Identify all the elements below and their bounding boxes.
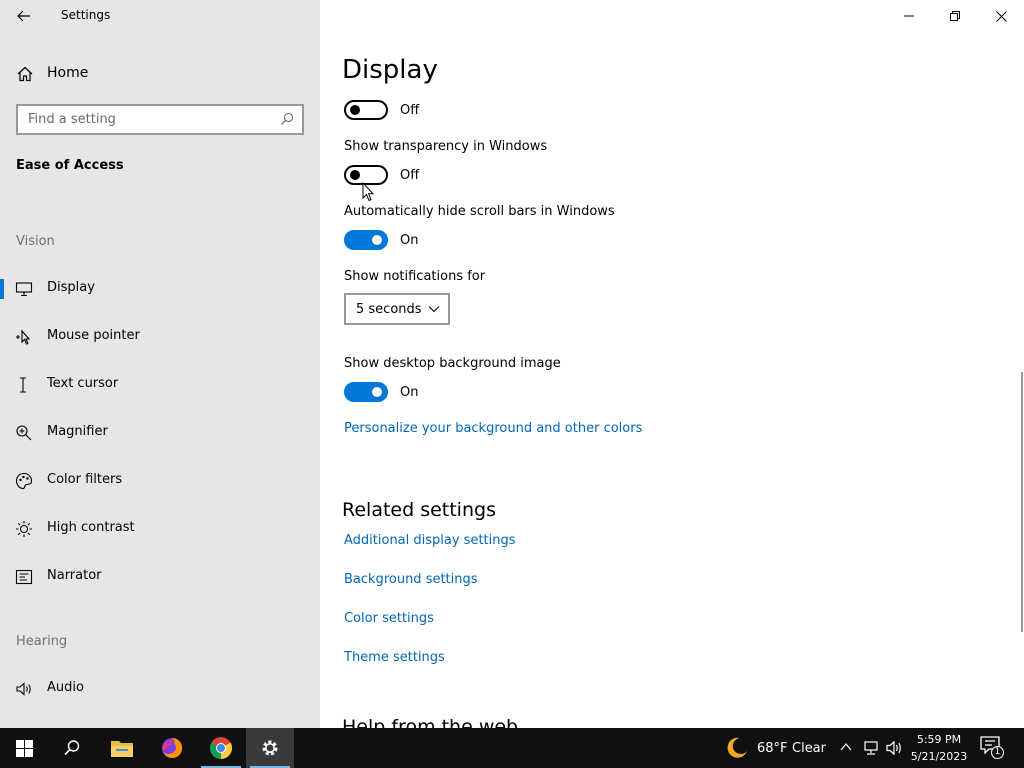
minimize-icon — [904, 15, 914, 17]
sidebar-item-display[interactable]: Display — [0, 271, 320, 307]
sidebar-item-label: Display — [47, 280, 95, 295]
toggle-knob — [350, 170, 360, 180]
group-label-hearing: Hearing — [16, 634, 68, 649]
chrome-button[interactable] — [197, 728, 245, 768]
toggle-knob — [372, 387, 382, 397]
sidebar-item-label: Home — [47, 65, 89, 81]
sidebar-item-narrator[interactable]: Narrator — [0, 559, 320, 595]
sidebar-item-label: Color filters — [47, 472, 123, 487]
mouse-cursor-icon — [362, 182, 374, 202]
sidebar-item-label: Magnifier — [47, 424, 108, 439]
sidebar-item-color-filters[interactable]: Color filters — [0, 463, 320, 499]
windows-logo-icon — [15, 739, 33, 757]
sidebar-item-label: Narrator — [47, 568, 102, 583]
settings-taskbar-button[interactable] — [246, 728, 294, 768]
sidebar-item-label: Audio — [47, 680, 84, 695]
firefox-icon — [162, 737, 183, 758]
search-icon — [64, 740, 80, 756]
related-settings-heading: Related settings — [342, 499, 496, 521]
minimize-button[interactable] — [886, 0, 932, 32]
high-contrast-icon — [16, 521, 32, 537]
theme-settings-link[interactable]: Theme settings — [344, 650, 445, 665]
dropdown-value: 5 seconds — [356, 302, 422, 317]
clock-time: 5:59 PM — [916, 733, 962, 746]
text-cursor-icon — [20, 377, 26, 393]
action-center-button[interactable]: 1 — [980, 736, 1004, 760]
scrollbar[interactable] — [1021, 372, 1023, 632]
color-filters-icon — [15, 472, 33, 490]
toggle-knob — [350, 105, 360, 115]
sidebar-item-label: High contrast — [47, 520, 135, 535]
toggle-state: Off — [400, 103, 420, 118]
close-button[interactable] — [978, 0, 1024, 32]
scrollbars-toggle[interactable] — [344, 230, 388, 250]
notification-count-badge: 1 — [991, 746, 1004, 759]
volume-icon[interactable] — [886, 740, 904, 756]
taskbar: 68°F Clear 5:59 PM 5/21/2023 1 — [0, 728, 1024, 768]
color-settings-link[interactable]: Color settings — [344, 611, 434, 626]
restore-button[interactable] — [932, 0, 978, 32]
group-label-vision: Vision — [16, 234, 55, 249]
restore-icon — [950, 11, 960, 21]
clock[interactable]: 5:59 PM 5/21/2023 — [904, 731, 974, 765]
sidebar-item-home[interactable]: Home — [0, 58, 320, 88]
close-icon — [995, 10, 1007, 22]
clock-date: 5/21/2023 — [910, 750, 968, 763]
help-heading: Help from the web — [342, 716, 519, 728]
sidebar-item-label: Text cursor — [47, 376, 119, 391]
taskbar-search-button[interactable] — [48, 728, 96, 768]
search-icon[interactable] — [280, 112, 294, 126]
toggle-switch[interactable] — [344, 100, 388, 120]
weather-condition[interactable]: Clear — [792, 741, 826, 756]
sidebar-item-mouse-pointer[interactable]: Mouse pointer — [0, 319, 320, 355]
personalize-link[interactable]: Personalize your background and other co… — [344, 421, 642, 436]
network-icon[interactable] — [862, 740, 880, 756]
desktop-bg-label: Show desktop background image — [344, 356, 561, 371]
transparency-label: Show transparency in Windows — [344, 139, 548, 154]
weather-temp[interactable]: 68°F — [757, 741, 788, 756]
scrollbars-state: On — [400, 233, 419, 248]
file-explorer-button[interactable] — [98, 728, 146, 768]
sidebar: Settings Home Ease of Access Vision Disp… — [0, 0, 320, 728]
search-box[interactable] — [16, 104, 304, 135]
chevron-down-icon — [428, 306, 440, 313]
desktop-bg-state: On — [400, 385, 419, 400]
sidebar-item-text-cursor[interactable]: Text cursor — [0, 367, 320, 403]
search-input[interactable] — [18, 106, 276, 133]
section-title: Ease of Access — [16, 158, 124, 173]
mouse-pointer-icon — [16, 329, 31, 345]
main-content: Display Off Show transparency in Windows… — [320, 0, 1024, 728]
sidebar-item-magnifier[interactable]: Magnifier — [0, 415, 320, 451]
weather-moon-icon — [727, 737, 747, 758]
back-button[interactable] — [8, 2, 40, 30]
scrollbars-label: Automatically hide scroll bars in Window… — [344, 204, 615, 219]
background-settings-link[interactable]: Background settings — [344, 572, 478, 587]
app-title: Settings — [61, 8, 111, 22]
back-arrow-icon — [17, 10, 30, 22]
sidebar-item-high-contrast[interactable]: High contrast — [0, 511, 320, 547]
folder-icon — [111, 741, 133, 757]
start-button[interactable] — [0, 728, 48, 768]
transparency-state: Off — [400, 168, 420, 183]
magnifier-icon — [16, 425, 32, 441]
display-icon — [15, 282, 33, 297]
chevron-up-icon[interactable] — [840, 742, 852, 752]
additional-display-settings-link[interactable]: Additional display settings — [344, 533, 516, 548]
sidebar-item-label: Mouse pointer — [47, 328, 140, 343]
firefox-button[interactable] — [148, 728, 196, 768]
narrator-icon — [15, 569, 33, 585]
desktop-bg-toggle[interactable] — [344, 382, 388, 402]
gear-icon — [262, 740, 278, 756]
page-title: Display — [342, 55, 438, 85]
toggle-knob — [372, 235, 382, 245]
audio-icon — [16, 682, 31, 696]
sidebar-item-audio[interactable]: Audio — [0, 671, 320, 707]
home-icon — [17, 66, 33, 82]
chrome-icon — [210, 737, 232, 759]
notifications-dropdown[interactable]: 5 seconds — [344, 293, 450, 325]
notifications-label: Show notifications for — [344, 269, 486, 284]
